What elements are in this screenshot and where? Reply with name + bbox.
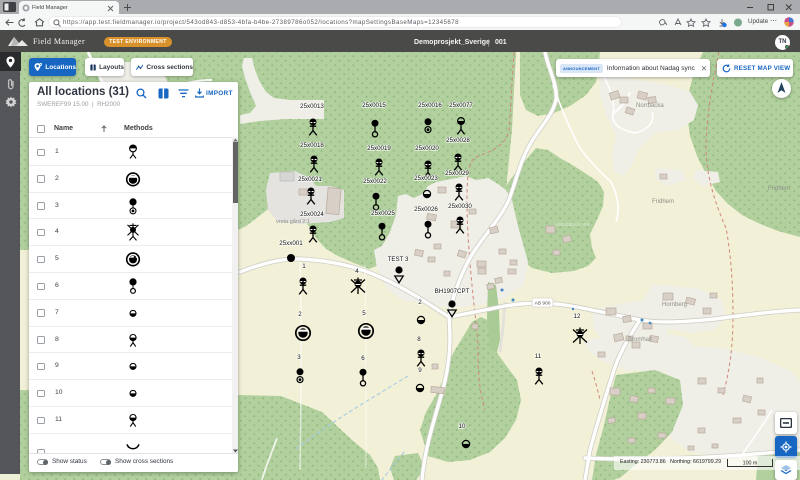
svg-text:25x0015: 25x0015	[362, 102, 386, 109]
svg-text:vreta gård 2:1: vreta gård 2:1	[276, 218, 310, 225]
svg-text:Fridhem: Fridhem	[768, 186, 790, 192]
svg-text:Stenbacka res.: Stenbacka res.	[554, 222, 591, 228]
svg-text:8: 8	[417, 336, 421, 343]
svg-text:AB 900: AB 900	[535, 301, 551, 307]
svg-text:11: 11	[535, 353, 542, 360]
svg-text:Fridhem: Fridhem	[652, 199, 674, 205]
svg-text:4: 4	[355, 268, 359, 275]
svg-text:Hornberg: Hornberg	[662, 302, 687, 308]
svg-text:9: 9	[418, 367, 422, 374]
svg-text:6: 6	[361, 355, 365, 362]
svg-text:2: 2	[298, 311, 302, 318]
svg-text:25xx001: 25xx001	[279, 240, 303, 247]
svg-text:100 m: 100 m	[743, 461, 758, 467]
svg-text:10: 10	[459, 423, 466, 430]
svg-text:25x0016: 25x0016	[418, 102, 442, 109]
svg-text:25x0019: 25x0019	[367, 145, 391, 152]
svg-text:5: 5	[362, 310, 366, 317]
svg-text:BH1907CPT: BH1907CPT	[435, 288, 470, 295]
svg-text:25x0021: 25x0021	[298, 176, 322, 183]
svg-text:25x0018: 25x0018	[300, 142, 324, 149]
svg-text:25x0020: 25x0020	[415, 145, 439, 152]
svg-text:25x0029: 25x0029	[445, 170, 469, 177]
svg-text:25x0026: 25x0026	[414, 206, 438, 213]
svg-text:25x0023: 25x0023	[414, 175, 438, 182]
svg-text:25x0030: 25x0030	[448, 203, 472, 210]
svg-text:25x0028: 25x0028	[446, 137, 470, 144]
svg-text:1: 1	[302, 263, 306, 270]
svg-text:12: 12	[574, 313, 581, 320]
svg-text:3: 3	[297, 354, 301, 361]
svg-text:25x0025: 25x0025	[371, 210, 395, 217]
svg-text:2: 2	[418, 299, 422, 306]
svg-text:25x0077: 25x0077	[449, 102, 473, 109]
svg-text:25x0013: 25x0013	[300, 103, 324, 110]
svg-text:Norrbacka: Norrbacka	[636, 103, 664, 109]
svg-text:TEST 3: TEST 3	[388, 256, 409, 263]
svg-text:25x0022: 25x0022	[363, 178, 387, 185]
svg-text:Bromhall: Bromhall	[628, 337, 652, 343]
svg-text:25x0024: 25x0024	[300, 211, 324, 218]
